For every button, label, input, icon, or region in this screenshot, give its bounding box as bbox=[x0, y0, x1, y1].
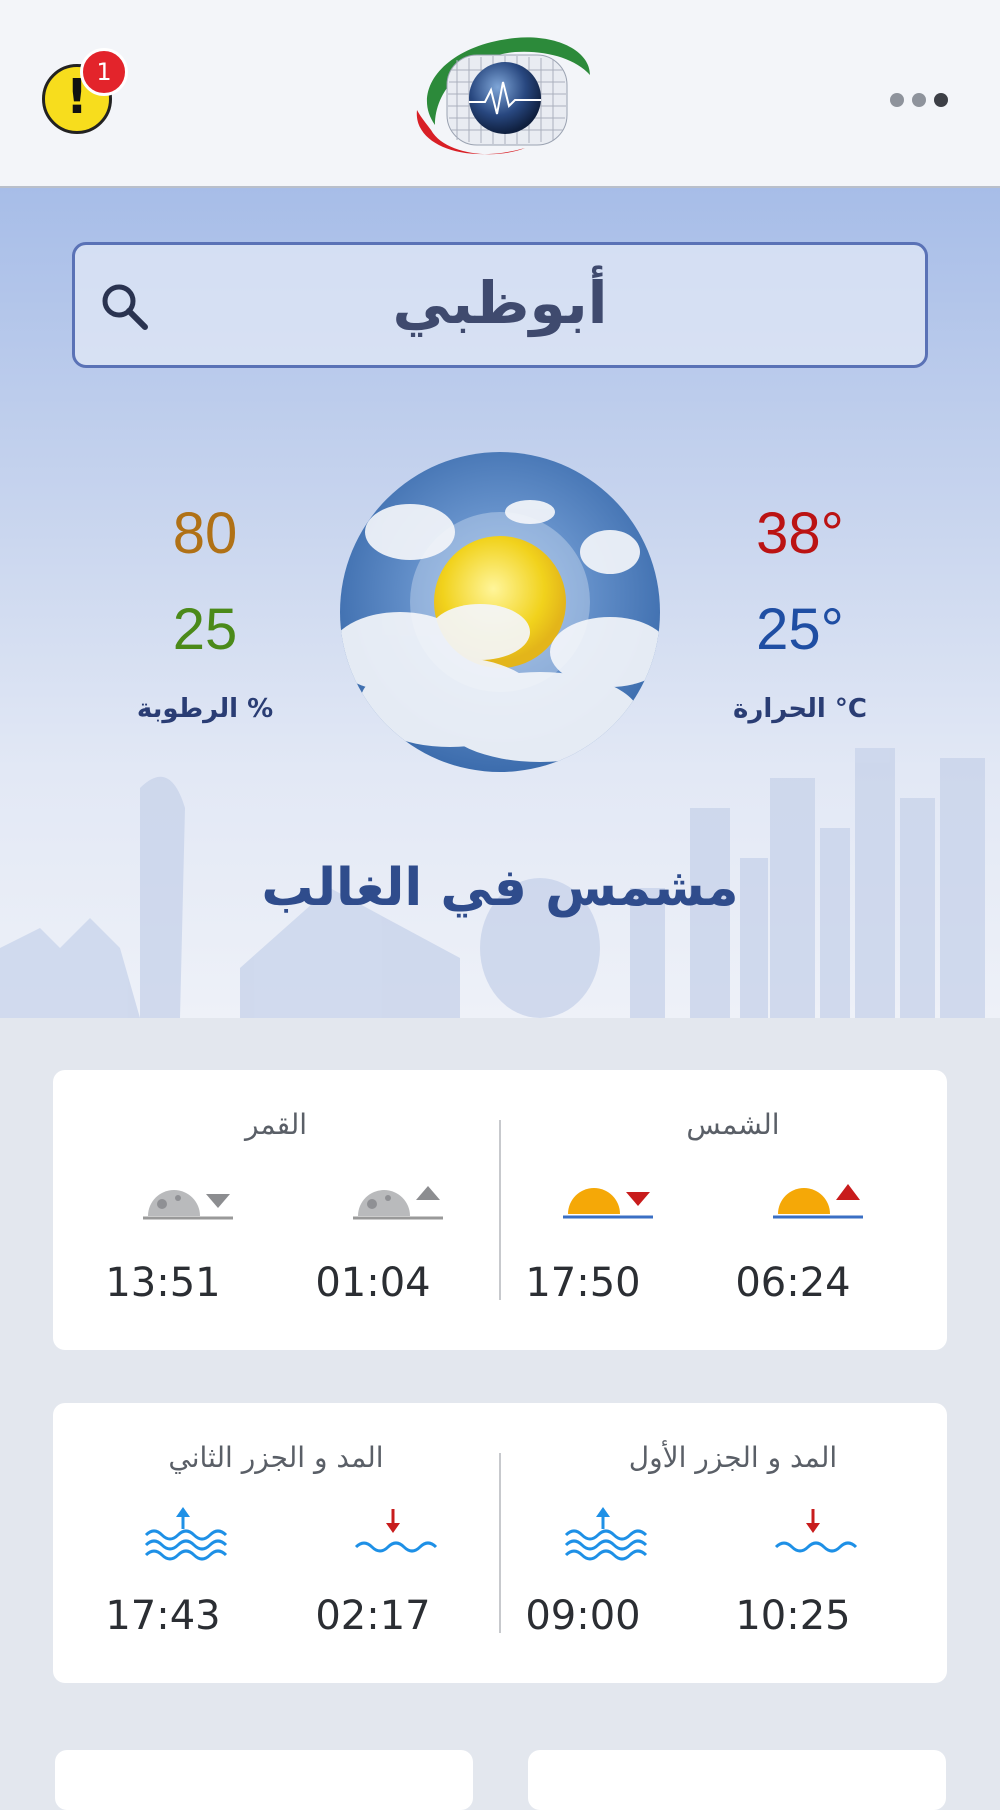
temperature-label: الحرارة °C bbox=[733, 694, 867, 724]
humidity-min: 25 bbox=[172, 597, 238, 662]
second-high-tide-time: 17:43 bbox=[105, 1593, 221, 1639]
moonset-time: 13:51 bbox=[105, 1260, 221, 1306]
alert-count-badge: 1 bbox=[80, 48, 128, 96]
weather-hero: أبوظبي 80 25 الرطوبة % 38° 25° الحرارة °… bbox=[0, 188, 1000, 1018]
temperature-min: 25° bbox=[756, 597, 844, 662]
first-low-tide-time: 10:25 bbox=[735, 1593, 851, 1639]
temperature-max: 38° bbox=[756, 501, 844, 566]
dot-icon bbox=[890, 93, 904, 107]
dot-icon bbox=[934, 93, 948, 107]
sun-moon-card: الشمس القمر 06:24 17:50 01:04 13:51 bbox=[53, 1070, 947, 1350]
app-header: ! 1 bbox=[0, 0, 1000, 188]
info-card bbox=[528, 1750, 946, 1810]
humidity-max: 80 bbox=[172, 501, 238, 566]
info-card bbox=[55, 1750, 473, 1810]
moonrise-icon bbox=[353, 1186, 443, 1220]
low-tide-icon bbox=[774, 1509, 858, 1553]
second-low-tide-time: 02:17 bbox=[315, 1593, 431, 1639]
search-value: أبوظبي bbox=[392, 269, 608, 337]
tides-card: المد و الجزر الأول المد و الجزر الثاني 1… bbox=[53, 1403, 947, 1683]
more-menu-button[interactable] bbox=[890, 92, 954, 110]
sunrise-icon bbox=[773, 1184, 863, 1219]
high-tide-icon bbox=[144, 1507, 228, 1561]
sunset-time: 17:50 bbox=[525, 1260, 641, 1306]
divider bbox=[499, 1120, 501, 1300]
weather-condition: مشمس في الغالب bbox=[261, 858, 739, 918]
first-tide-title: المد و الجزر الأول bbox=[628, 1441, 838, 1474]
first-high-tide-time: 09:00 bbox=[525, 1593, 641, 1639]
moonrise-time: 01:04 bbox=[315, 1260, 431, 1306]
moon-title: القمر bbox=[244, 1108, 308, 1141]
sun-title: الشمس bbox=[686, 1108, 780, 1141]
humidity-label: الرطوبة % bbox=[136, 694, 274, 724]
sunset-icon bbox=[563, 1188, 653, 1219]
city-search-input[interactable]: أبوظبي bbox=[72, 242, 928, 368]
ncm-logo bbox=[416, 37, 590, 155]
sunrise-time: 06:24 bbox=[735, 1260, 851, 1306]
moonset-icon bbox=[143, 1190, 233, 1220]
divider bbox=[499, 1453, 501, 1633]
dot-icon bbox=[912, 93, 926, 107]
second-tide-title: المد و الجزر الثاني bbox=[168, 1441, 384, 1474]
high-tide-icon bbox=[564, 1507, 648, 1561]
low-tide-icon bbox=[354, 1509, 438, 1553]
partly-sunny-icon bbox=[340, 452, 660, 772]
